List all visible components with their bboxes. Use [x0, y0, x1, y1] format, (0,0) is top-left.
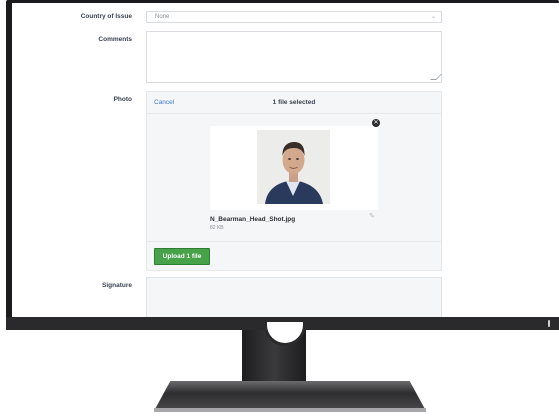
- power-indicator-icon: [548, 320, 550, 327]
- comments-label: Comments: [98, 36, 132, 43]
- chevron-down-icon: ⌄: [430, 14, 436, 20]
- country-select[interactable]: None ⌄: [146, 11, 442, 23]
- country-label: Country of Issue: [80, 13, 132, 20]
- comments-textarea[interactable]: [146, 31, 442, 83]
- signature-pad[interactable]: [146, 277, 442, 317]
- file-name: N_Bearman_Head_Shot.jpg: [210, 216, 296, 223]
- uploader-footer: Upload 1 file: [147, 241, 441, 272]
- file-size: 82 KB: [210, 225, 224, 231]
- country-value: None: [155, 14, 170, 20]
- monitor-stand-base-edge: [154, 408, 426, 412]
- signature-label: Signature: [102, 282, 132, 289]
- monitor-screen: Country of Issue None ⌄ Comments Photo C…: [12, 3, 559, 317]
- files-selected-status: 1 file selected: [272, 99, 316, 106]
- photo-thumbnail: [257, 130, 330, 204]
- close-icon[interactable]: ✕: [372, 119, 380, 127]
- uploader-header: Cancel 1 file selected: [147, 92, 441, 114]
- upload-button[interactable]: Upload 1 file: [154, 248, 210, 265]
- photo-uploader: Cancel 1 file selected ✕ N_Bearman_Head_…: [146, 91, 442, 271]
- monitor-stand-base: [154, 381, 426, 411]
- photo-label: Photo: [113, 96, 132, 103]
- pencil-icon[interactable]: ✎: [369, 212, 375, 220]
- resize-grip-icon[interactable]: [430, 74, 442, 80]
- file-preview-card: [210, 126, 378, 210]
